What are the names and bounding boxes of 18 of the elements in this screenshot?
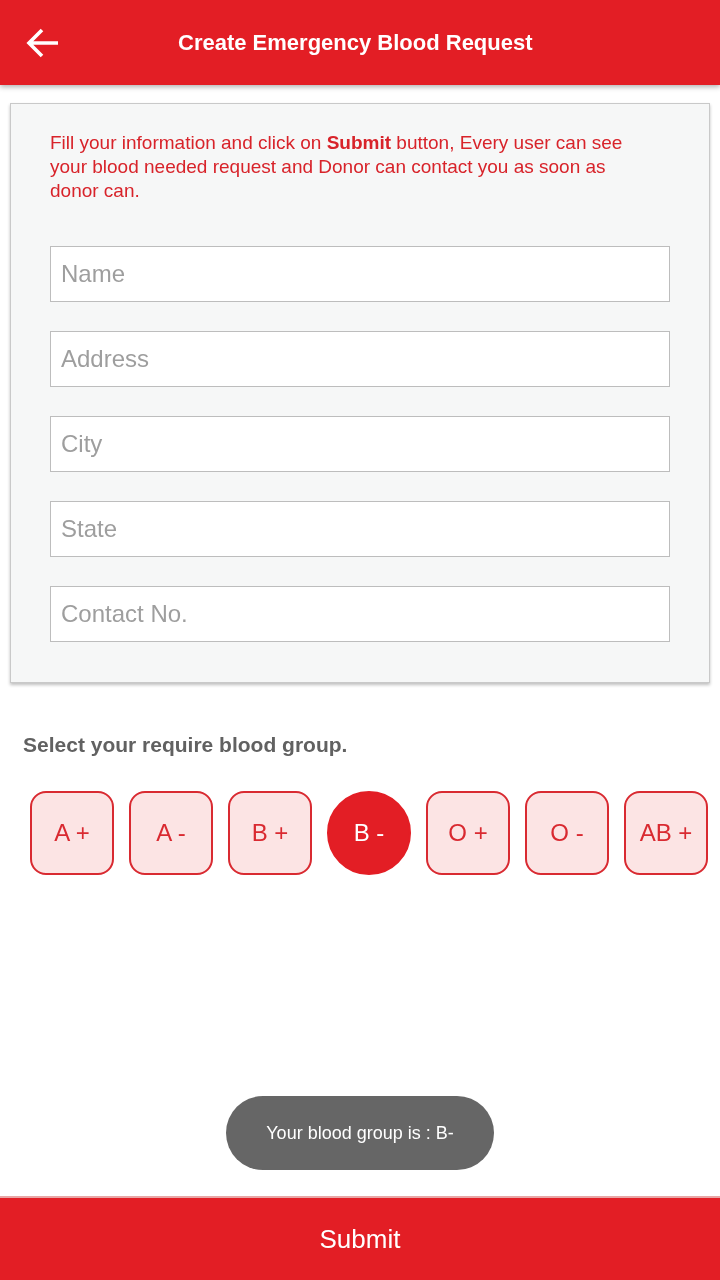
blood-group-option[interactable]: A +	[30, 790, 114, 875]
back-arrow-icon[interactable]	[26, 26, 60, 59]
input-field[interactable]: Name	[50, 246, 670, 302]
screen-title: Create Emergency Blood Request	[178, 29, 533, 57]
toast-message: Your blood group is : B-	[226, 1096, 494, 1170]
input-field[interactable]: State	[50, 501, 670, 557]
blood-group-option[interactable]: O +	[426, 790, 510, 875]
blood-group-option[interactable]: AB +	[624, 790, 708, 875]
blood-group-label: Select your require blood group.	[23, 732, 349, 758]
blood-group-option[interactable]: B +	[228, 790, 312, 875]
input-field[interactable]: Address	[50, 331, 670, 387]
blood-group-option[interactable]: A -	[129, 790, 213, 875]
blood-group-option[interactable]: O -	[525, 790, 609, 875]
instruction-text: Fill your information and click on Submit button, Every user can see your blood needed request and Donor can contact you as soon as donor can.	[50, 131, 624, 203]
blood-group-option[interactable]: B -	[327, 790, 411, 875]
input-field[interactable]: City	[50, 416, 670, 472]
input-field[interactable]: Contact No.	[50, 586, 670, 642]
submit-button[interactable]: Submit	[0, 1196, 720, 1280]
